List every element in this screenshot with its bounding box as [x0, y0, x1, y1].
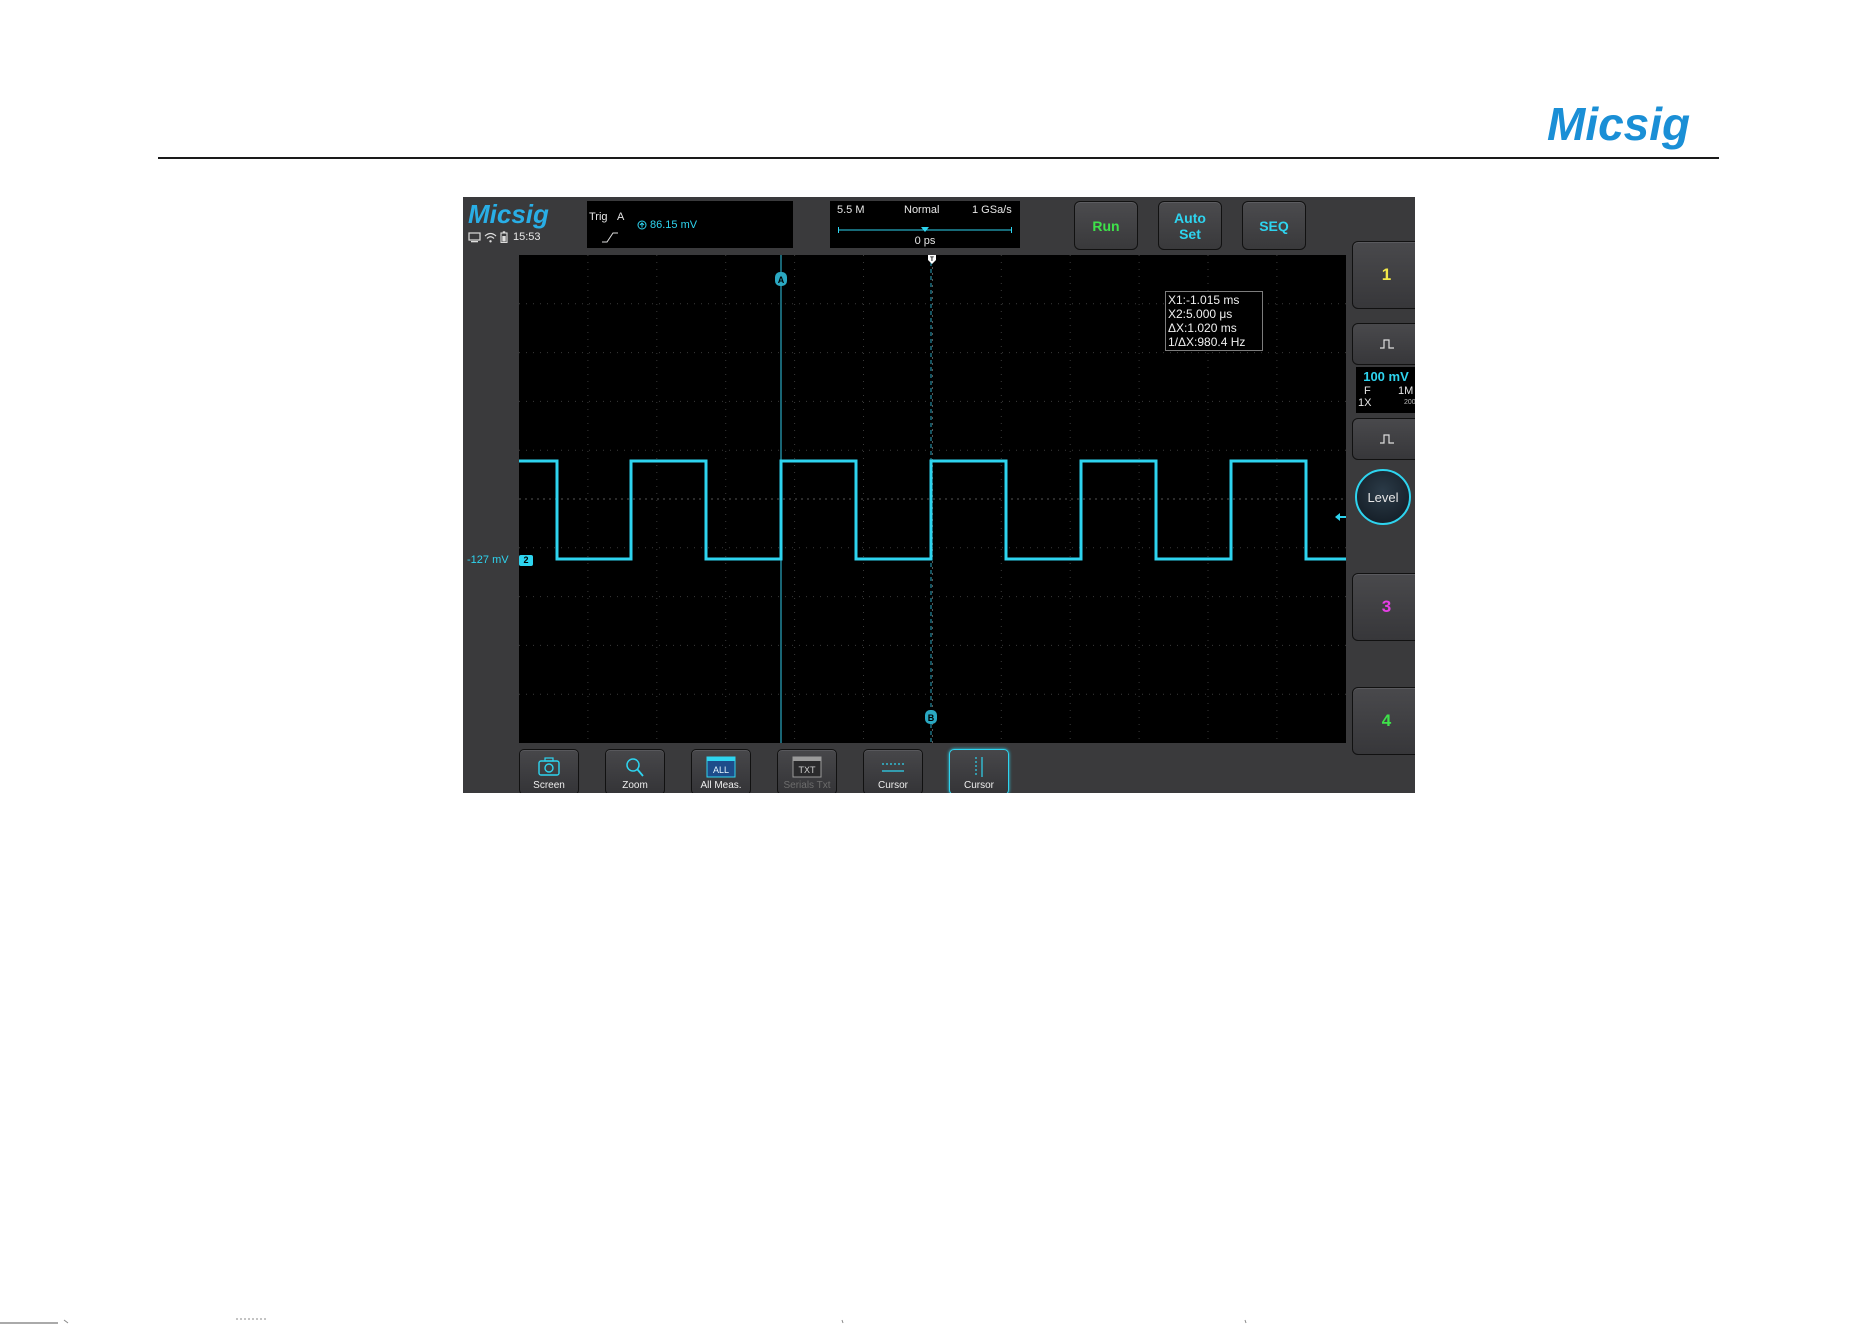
- zoom-label: Zoom: [622, 780, 648, 791]
- svg-text:TXT: TXT: [799, 765, 817, 775]
- clock-time: 15:53: [513, 231, 541, 243]
- rising-edge-icon: [602, 232, 618, 243]
- trigger-level-arrow-icon[interactable]: [1334, 511, 1346, 523]
- channel-4-button[interactable]: 4: [1352, 687, 1415, 755]
- ch2-coupling: F: [1364, 385, 1371, 397]
- micsig-brand-logo: Micsig: [1547, 100, 1690, 150]
- channel-3-button[interactable]: 3: [1352, 573, 1415, 641]
- trigger-source: A: [617, 211, 625, 223]
- trigger-level-icon: [637, 220, 647, 230]
- camera-icon: [538, 757, 560, 776]
- ch2-volts-per-div: 100 mV: [1363, 369, 1409, 384]
- ch2-square-wave: [519, 459, 1346, 561]
- waveform-display[interactable]: A B T X1:-1.015 ms X2:5.000 μs ΔX:1.020 …: [519, 255, 1346, 743]
- cursor-readout: X1:-1.015 ms X2:5.000 μs ΔX:1.020 ms 1/Δ…: [1165, 291, 1263, 351]
- all-meas-icon: ALL: [706, 756, 736, 778]
- scope-logo: Micsig: [468, 199, 549, 229]
- trigger-level-value: 86.15 mV: [650, 219, 698, 231]
- svg-text:Micsig: Micsig: [1547, 100, 1690, 150]
- cursor-x1: X1:-1.015 ms: [1168, 293, 1240, 307]
- screenshot-label: Screen: [533, 780, 565, 791]
- zoom-button[interactable]: Zoom: [605, 749, 665, 793]
- svg-text:ALL: ALL: [713, 765, 729, 775]
- cursor-b-marker[interactable]: B: [925, 710, 937, 724]
- horizontal-cursor-icon: [882, 763, 904, 772]
- monitor-icon: [468, 231, 481, 242]
- horizontal-position-bar[interactable]: [838, 226, 1012, 234]
- timebase-panel[interactable]: 5.5 M Normal 1 GSa/s 0 ps: [830, 201, 1020, 248]
- ch2-scale-up-button[interactable]: [1352, 323, 1415, 365]
- all-measurements-button[interactable]: ALL All Meas.: [691, 749, 751, 793]
- footer-marks: [0, 1318, 1247, 1324]
- run-stop-button[interactable]: Run: [1074, 201, 1138, 250]
- svg-text:B: B: [928, 713, 935, 723]
- svg-text:A: A: [778, 275, 785, 285]
- trigger-level: 86.15 mV: [637, 219, 697, 231]
- magnifier-icon: [626, 758, 644, 777]
- ch2-ground-marker[interactable]: 2: [519, 555, 533, 566]
- serial-text-icon: TXT: [792, 756, 822, 778]
- ch2-info-panel[interactable]: 100 mV F 1M 1X 200: [1356, 367, 1415, 413]
- channel-2-group: 100 mV F 1M 1X 200: [1352, 323, 1415, 460]
- auto-set-button[interactable]: Auto Set: [1158, 201, 1222, 250]
- ch2-bandwidth: 200: [1404, 399, 1415, 406]
- level-knob[interactable]: Level: [1355, 469, 1411, 525]
- trigger-position-marker: T: [928, 255, 936, 264]
- horizontal-cursor-button[interactable]: Cursor: [863, 749, 923, 793]
- screenshot-button[interactable]: Screen: [519, 749, 579, 793]
- channel-1-button[interactable]: 1: [1352, 241, 1415, 309]
- ch2-impedance: 1M: [1398, 385, 1414, 397]
- cursor-inv-dx: 1/ΔX:980.4 Hz: [1168, 335, 1246, 349]
- vertical-cursor-icon: [975, 757, 983, 777]
- seq-button[interactable]: SEQ: [1242, 201, 1306, 250]
- trigger-panel[interactable]: Trig A 86.15 mV: [587, 201, 793, 248]
- wifi-icon: [484, 232, 497, 242]
- status-bar: 15:53: [468, 230, 541, 244]
- ch2-offset-label: -127 mV: [467, 554, 509, 566]
- svg-text:Micsig: Micsig: [468, 199, 549, 229]
- pulse-icon: [1379, 339, 1394, 349]
- serial-text-label: Serials Txt: [783, 780, 831, 791]
- pulse-icon: [1379, 434, 1394, 444]
- svg-text:T: T: [930, 257, 934, 263]
- vertical-cursor-label: Cursor: [963, 780, 994, 791]
- oscilloscope-screen: Micsig 15:53 Trig A 86.15 mV 5.5 M Norma…: [463, 197, 1415, 793]
- vertical-cursor-button[interactable]: Cursor: [949, 749, 1009, 793]
- ch2-scale-down-button[interactable]: [1352, 418, 1415, 460]
- cursor-dx: ΔX:1.020 ms: [1168, 321, 1237, 335]
- ch2-probe-ratio: 1X: [1358, 397, 1372, 409]
- memory-depth: 5.5 M: [837, 204, 865, 216]
- trigger-label: Trig: [589, 211, 608, 223]
- horizontal-delay: 0 ps: [914, 235, 936, 247]
- sample-rate: 1 GSa/s: [972, 204, 1012, 216]
- cursor-a-marker[interactable]: A: [775, 272, 787, 286]
- horizontal-cursor-label: Cursor: [877, 780, 908, 791]
- all-measurements-label: All Meas.: [700, 780, 742, 791]
- header-rule: [158, 157, 1719, 159]
- battery-icon: [500, 231, 508, 243]
- trigger-mode: Normal: [904, 204, 940, 216]
- serial-text-button[interactable]: TXT Serials Txt: [777, 749, 837, 793]
- cursor-x2: X2:5.000 μs: [1168, 307, 1233, 321]
